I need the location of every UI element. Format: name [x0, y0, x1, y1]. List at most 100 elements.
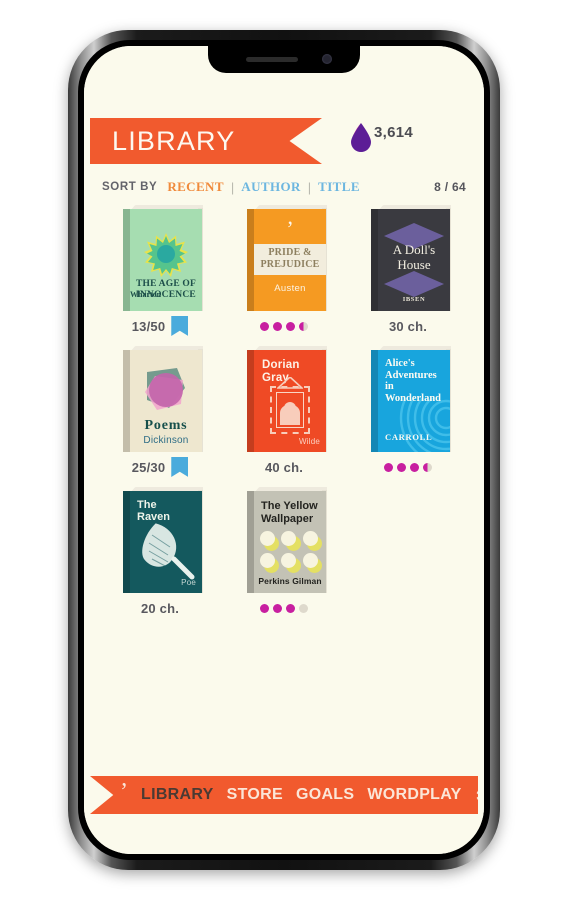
- book-cover-poems[interactable]: Poems Dickinson: [117, 342, 203, 454]
- front-camera-icon: [322, 54, 332, 64]
- progress-dots: [260, 321, 308, 331]
- book-progress-label: 13/50: [131, 318, 166, 334]
- book-spine: [123, 350, 130, 452]
- progress-dot: [286, 321, 295, 331]
- sort-option-title[interactable]: TITLE: [318, 179, 360, 195]
- progress-dot: [397, 462, 406, 472]
- book-author: IBSEN: [402, 296, 426, 303]
- phone-screen: LIBRARY 3,614 SORT BY RECENT | AUTHOR | …: [84, 46, 484, 854]
- starburst-icon: [144, 233, 188, 277]
- book-cover-art: ’ PRIDE & PREJUDICE Austen: [254, 209, 326, 311]
- bookmark-icon[interactable]: [171, 457, 189, 477]
- sort-separator-2: |: [307, 179, 312, 195]
- book-cell[interactable]: ’ PRIDE & PREJUDICE Austen: [222, 201, 346, 337]
- book-cell[interactable]: Dorian Gray Wilde 40 ch.: [222, 342, 346, 478]
- book-title: PRIDE & PREJUDICE: [260, 247, 320, 270]
- earpiece-speaker: [246, 57, 298, 62]
- progress-dot: [410, 462, 419, 472]
- sort-by-label: SORT BY: [102, 181, 158, 193]
- book-cell[interactable]: The Raven Poe 20 ch.: [98, 483, 222, 619]
- book-cell[interactable]: Alice's Adventures in Wonderland CARROLL: [346, 342, 470, 478]
- book-meta: 40 ch.: [241, 456, 327, 478]
- sort-separator-1: |: [230, 179, 235, 195]
- progress-dot: [384, 462, 393, 472]
- book-cover-age-of-innocence[interactable]: THE AGE OF INNOCENCE Wharton: [117, 201, 203, 313]
- progress-dot: [299, 321, 308, 331]
- polygon-cluster-icon: [139, 366, 193, 414]
- book-spine: [371, 350, 378, 452]
- book-cover-the-raven[interactable]: The Raven Poe: [117, 483, 203, 595]
- book-author: Wharton: [130, 290, 162, 299]
- diamond-shape-icon: [384, 271, 444, 297]
- book-cover-art: THE AGE OF INNOCENCE Wharton: [130, 209, 202, 311]
- sort-bar: SORT BY RECENT | AUTHOR | TITLE 8 / 64: [84, 176, 484, 198]
- book-progress-label: 20 ch.: [140, 600, 180, 616]
- book-cover-art: Poems Dickinson: [130, 350, 202, 452]
- nav-item-goals[interactable]: GOALS: [296, 786, 354, 804]
- progress-dot: [273, 321, 282, 331]
- book-cell[interactable]: Poems Dickinson 25/30: [98, 342, 222, 478]
- book-cover-art: The Yellow Wallpaper Perkins Gilman: [254, 491, 326, 593]
- ink-drop-icon: [350, 122, 372, 152]
- book-cover-art: The Raven Poe: [130, 491, 202, 593]
- progress-dots: [260, 603, 308, 613]
- progress-dot: [260, 321, 269, 331]
- book-cover-a-dolls-house[interactable]: A Doll's House IBSEN: [365, 201, 451, 313]
- book-spine: [247, 491, 254, 593]
- progress-dot: [423, 462, 432, 472]
- book-spine: [247, 209, 254, 311]
- wallpaper-pattern-icon: [260, 531, 323, 573]
- book-count-label: 8 / 64: [434, 180, 466, 194]
- book-title: Alice's Adventures in Wonderland: [385, 358, 442, 404]
- book-cover-pride-and-prejudice[interactable]: ’ PRIDE & PREJUDICE Austen: [241, 201, 327, 313]
- sort-option-author[interactable]: AUTHOR: [241, 179, 300, 195]
- bookmark-icon[interactable]: [171, 316, 189, 336]
- book-meta: 25/30: [117, 456, 203, 478]
- book-author: Dickinson: [143, 435, 189, 446]
- notch: [208, 46, 360, 73]
- progress-dot: [286, 603, 295, 613]
- book-meta: [365, 456, 451, 478]
- book-author: Perkins Gilman: [258, 576, 322, 586]
- book-spine: [247, 350, 254, 452]
- book-spine: [123, 491, 130, 593]
- book-meta: 20 ch.: [117, 597, 203, 619]
- sort-option-recent[interactable]: RECENT: [167, 179, 224, 195]
- book-cover-art: A Doll's House IBSEN: [378, 209, 450, 311]
- gear-icon[interactable]: [475, 786, 478, 805]
- book-meta: 13/50: [117, 315, 203, 337]
- book-spine: [123, 209, 130, 311]
- book-cell[interactable]: A Doll's House IBSEN 30 ch.: [346, 201, 470, 337]
- book-cover-art: Dorian Gray Wilde: [254, 350, 326, 452]
- book-cover-alices-adventures-in-wonderland[interactable]: Alice's Adventures in Wonderland CARROLL: [365, 342, 451, 454]
- book-grid: THE AGE OF INNOCENCE Wharton 13/50 ’ PRI…: [98, 201, 470, 619]
- nav-item-wordplay[interactable]: WORDPLAY: [367, 786, 461, 804]
- book-cell[interactable]: THE AGE OF INNOCENCE Wharton 13/50: [98, 201, 222, 337]
- portrait-frame-inner: [276, 392, 304, 428]
- app-header: LIBRARY 3,614: [84, 118, 484, 170]
- book-progress-label: 40 ch.: [264, 459, 304, 475]
- nav-item-library[interactable]: LIBRARY: [141, 786, 214, 804]
- book-author: Wilde: [298, 437, 320, 446]
- library-title-banner: LIBRARY: [90, 118, 322, 164]
- feather-quill-icon: [136, 521, 198, 583]
- rabbit-hole-rings-icon: [378, 398, 450, 452]
- book-author: Austen: [274, 283, 306, 294]
- phone-bezel: LIBRARY 3,614 SORT BY RECENT | AUTHOR | …: [78, 40, 490, 860]
- progress-dots: [384, 462, 432, 472]
- book-title: Poems: [144, 418, 188, 433]
- book-progress-label: 30 ch.: [388, 318, 428, 334]
- book-meta: [241, 597, 327, 619]
- nav-item-store[interactable]: STORE: [227, 786, 283, 804]
- book-title: The Raven: [137, 499, 171, 523]
- book-cell[interactable]: The Yellow Wallpaper Perkins Gilman: [222, 483, 346, 619]
- phone-frame: LIBRARY 3,614 SORT BY RECENT | AUTHOR | …: [68, 30, 500, 870]
- ink-counter[interactable]: 3,614: [350, 122, 413, 152]
- progress-dot: [260, 603, 269, 613]
- ink-count-label: 3,614: [374, 124, 414, 141]
- book-cover-art: Alice's Adventures in Wonderland CARROLL: [378, 350, 450, 452]
- book-cover-the-yellow-wallpaper[interactable]: The Yellow Wallpaper Perkins Gilman: [241, 483, 327, 595]
- portrait-body: [280, 405, 300, 425]
- book-cover-dorian-gray[interactable]: Dorian Gray Wilde: [241, 342, 327, 454]
- book-author: CARROLL: [385, 432, 433, 442]
